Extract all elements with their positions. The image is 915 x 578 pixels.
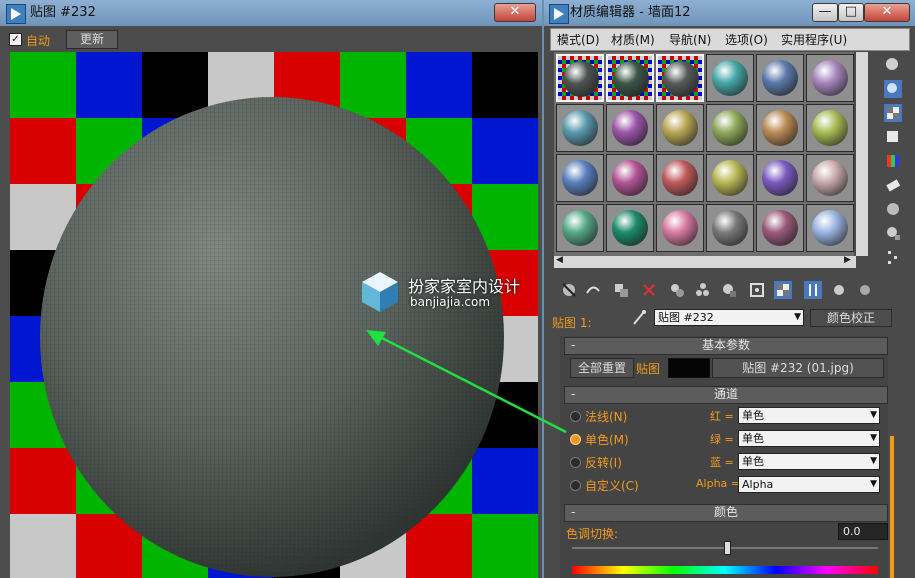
watermark-url: banjiajia.com	[410, 295, 491, 309]
annotation-arrow-line	[377, 334, 567, 434]
watermark-name: 扮家家室内设计	[408, 277, 521, 296]
watermark-logo-icon	[362, 272, 398, 312]
